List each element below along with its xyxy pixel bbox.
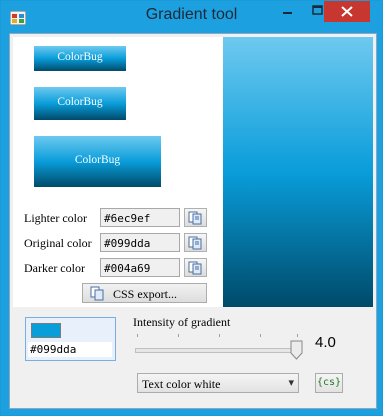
lighter-color-label: Lighter color (24, 211, 87, 225)
copy-icon (188, 211, 202, 225)
color-picker[interactable]: #099dda (25, 317, 116, 361)
original-color-label: Original color (24, 236, 92, 250)
color-hex-input[interactable]: #099dda (28, 342, 112, 357)
controls-area: #099dda Intensity of gradient 4.0 Text c… (13, 307, 373, 405)
client-area: ColorBug ColorBug ColorBug Lighter color… (9, 33, 377, 409)
intensity-value: 4.0 (315, 334, 336, 351)
preview-panel: ColorBug ColorBug ColorBug Lighter color… (13, 37, 223, 307)
copy-icon (188, 236, 202, 250)
slider-tick (178, 334, 179, 337)
darker-color-label: Darker color (24, 261, 85, 275)
css-export-icon (90, 286, 104, 301)
minimize-button[interactable] (273, 1, 302, 23)
copy-darker-button[interactable] (184, 258, 207, 277)
sample-button-large: ColorBug (34, 136, 161, 187)
intensity-slider-thumb[interactable] (290, 340, 303, 360)
intensity-slider[interactable] (135, 348, 300, 353)
color-swatch[interactable] (31, 323, 61, 338)
gradient-tool-window: Gradient tool ColorBug ColorBug ColorBug… (0, 0, 383, 416)
copy-icon (188, 261, 202, 275)
sample-button-small: ColorBug (34, 46, 126, 71)
lighter-color-field[interactable]: #6ec9ef (100, 208, 180, 227)
text-color-selected: Text color white (142, 377, 221, 391)
sample-button-medium: ColorBug (34, 87, 126, 120)
slider-tick (260, 334, 261, 337)
slider-tick (219, 334, 220, 337)
gradient-preview (223, 37, 373, 307)
slider-tick (297, 334, 298, 337)
chevron-down-icon: ▾ (288, 377, 294, 389)
cs-button[interactable]: {cs} (315, 373, 343, 393)
intensity-label: Intensity of gradient (133, 315, 231, 329)
close-button[interactable] (324, 1, 370, 22)
text-color-select[interactable]: Text color white ▾ (137, 373, 299, 393)
slider-tick (137, 334, 138, 337)
title-bar[interactable]: Gradient tool (1, 1, 382, 33)
darker-color-field[interactable]: #004a69 (100, 258, 180, 277)
copy-original-button[interactable] (184, 233, 207, 252)
css-export-button[interactable]: CSS export... (82, 283, 207, 303)
copy-lighter-button[interactable] (184, 208, 207, 227)
original-color-field[interactable]: #099dda (100, 233, 180, 252)
css-export-label: CSS export... (113, 287, 178, 301)
